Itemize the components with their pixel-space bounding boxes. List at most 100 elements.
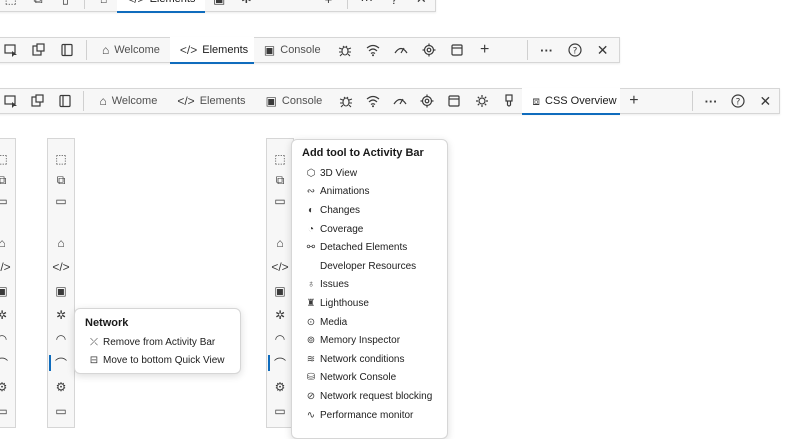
dock-side-icon[interactable] [53,37,81,63]
menu-item-coverage[interactable]: ◔ Coverage [302,220,437,239]
wifi-icon[interactable]: ◠ [267,329,293,349]
more-icon[interactable]: ··· [353,0,380,12]
settings-chip-icon[interactable] [415,37,443,63]
add-tool-icon[interactable]: + [471,37,499,63]
device-emulation-icon[interactable]: ⧉ [48,170,74,190]
performance-icon[interactable]: ⌒ [48,353,74,373]
more-icon[interactable]: ··· [697,88,724,114]
performance-icon[interactable]: ⌒ [267,353,293,373]
menu-item-memory-inspector[interactable]: ⊚ Memory Inspector [302,331,437,350]
tab-welcome[interactable]: ⌂ Welcome [92,37,170,63]
performance-icon[interactable] [387,37,415,63]
window-icon[interactable]: ▭ [267,401,293,421]
add-tab-icon[interactable]: + [315,0,342,12]
device-emulation-icon[interactable]: ⧉ [267,170,293,190]
home-icon[interactable]: ⌂ [48,233,74,253]
home-icon[interactable]: ⌂ [0,233,15,253]
menu-item-network-conditions[interactable]: ≋ Network conditions [302,350,437,369]
close-icon[interactable]: ✕ [752,88,779,114]
menu-item-network-request-blocking[interactable]: ⊘ Network request blocking [302,387,437,406]
menu-item-changes[interactable]: ◐ Changes [302,201,437,220]
dock-icon[interactable]: ▯ [52,0,79,12]
settings-chip-icon[interactable]: ⚙ [48,377,74,397]
wifi-icon[interactable]: ◠ [260,0,287,12]
help-icon[interactable]: ? [725,88,752,114]
wifi-icon[interactable]: ◠ [48,329,74,349]
application-window-icon[interactable]: ▭ [0,191,15,211]
close-icon[interactable]: ✕ [408,0,435,12]
device-icon[interactable]: ⧉ [24,0,51,12]
tab-console[interactable]: ▣ Console [254,37,331,63]
performance-icon[interactable] [387,88,414,114]
close-icon[interactable]: ✕ [589,37,617,63]
activity-bar-3: ⬚ ⧉ ▭ ⌂ </> ▣ ✲ ◠ ⌒ ⚙ ▭ [266,138,294,428]
tab-welcome-partial[interactable]: ⌂ [90,0,117,12]
menu-item-detached-elements[interactable]: ⚯ Detached Elements [302,238,437,257]
code-icon[interactable]: </> [0,257,15,277]
code-icon[interactable]: </> [48,257,74,277]
bug-icon[interactable]: ✲ [267,305,293,325]
console-icon[interactable]: ▣ [267,281,293,301]
tab-console[interactable]: ▣ Console [256,88,333,114]
console-icon[interactable]: ▣ [0,281,15,301]
bug-icon[interactable]: ✲ [0,305,15,325]
application-window-icon[interactable] [443,37,471,63]
inspect-icon[interactable] [0,88,24,114]
menu-item-label: Remove from Activity Bar [103,336,216,348]
settings-chip-icon[interactable] [414,88,441,114]
menu-item-performance-monitor[interactable]: ∿ Performance monitor [302,406,437,425]
tab-elements[interactable]: </> Elements [169,37,254,64]
performance-icon[interactable]: ⌒ [287,0,314,12]
help-icon[interactable]: ? [561,37,589,63]
tab-welcome[interactable]: ⌂ Welcome [89,88,167,114]
menu-item-network-console[interactable]: ⛁ Network Console [302,369,437,388]
console-icon[interactable]: ▣ [205,0,232,12]
sources-bug-icon[interactable] [332,88,359,114]
menu-item-lighthouse[interactable]: ♜ Lighthouse [302,294,437,313]
bug-icon[interactable]: ✲ [48,305,74,325]
inspect-icon[interactable]: ⬚ [0,149,15,169]
application-window-icon[interactable]: ▭ [48,191,74,211]
menu-item-media[interactable]: ⊙ Media [302,313,437,332]
more-icon[interactable]: ··· [533,37,561,63]
device-emulation-icon[interactable] [25,37,53,63]
gear-icon[interactable] [468,88,495,114]
brush-icon[interactable] [495,88,522,114]
application-window-icon[interactable] [441,88,468,114]
add-tool-icon[interactable]: + [620,88,647,114]
code-icon[interactable]: </> [267,257,293,277]
menu-item-animations[interactable]: ∾ Animations [302,183,437,202]
move-to-quick-view-item[interactable]: ⊟ Move to bottom Quick View [85,352,230,371]
wifi-icon[interactable] [359,88,386,114]
code-icon: </> [127,0,144,6]
inspect-icon[interactable]: ⬚ [0,0,24,12]
tab-css-overview[interactable]: ⧈ CSS Overview [522,88,621,115]
performance-icon[interactable]: ⌒ [0,353,15,373]
inspect-icon[interactable]: ⬚ [267,149,293,169]
settings-chip-icon[interactable]: ⚙ [267,377,293,397]
remove-from-activity-bar-item[interactable]: ⤫ Remove from Activity Bar [85,333,230,352]
help-icon[interactable]: ? [380,0,407,12]
menu-item-issues[interactable]: ♁ Issues [302,276,437,295]
tab-label: CSS Overview [545,95,617,107]
inspect-icon[interactable]: ⬚ [48,149,74,169]
wifi-icon[interactable] [359,37,387,63]
bug-icon[interactable]: ✲ [233,0,260,12]
tab-elements-partial[interactable]: </> Elements [117,0,206,13]
device-emulation-icon[interactable] [24,88,51,114]
menu-item-developer-resources[interactable]: Developer Resources [302,257,437,276]
console-icon[interactable]: ▣ [48,281,74,301]
window-icon[interactable]: ▭ [48,401,74,421]
dock-side-icon[interactable] [51,88,78,114]
device-emulation-icon[interactable]: ⧉ [0,170,15,190]
wifi-icon[interactable]: ◠ [0,329,15,349]
sources-bug-icon[interactable] [331,37,359,63]
application-window-icon[interactable]: ▭ [267,191,293,211]
tab-label: Elements [199,95,246,107]
settings-chip-icon[interactable]: ⚙ [0,377,15,397]
tab-elements[interactable]: </> Elements [167,88,255,114]
home-icon[interactable]: ⌂ [267,233,293,253]
inspect-icon[interactable] [0,37,25,63]
window-icon[interactable]: ▭ [0,401,15,421]
menu-item-3d-view[interactable]: ⬡ 3D View [302,164,437,183]
